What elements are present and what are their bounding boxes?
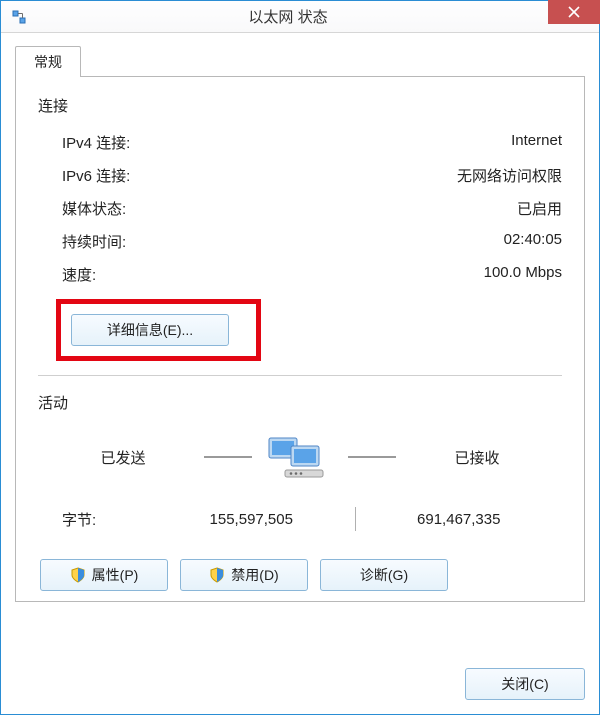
- activity-section: 活动 已发送: [38, 392, 562, 591]
- speed-value: 100.0 Mbps: [484, 264, 562, 285]
- divider: [38, 375, 562, 376]
- disable-button-label: 禁用(D): [231, 565, 278, 585]
- bytes-label: 字节:: [38, 509, 148, 530]
- details-button[interactable]: 详细信息(E)...: [71, 314, 229, 346]
- details-button-label: 详细信息(E)...: [107, 322, 193, 338]
- tab-panel-general: 连接 IPv4 连接: Internet IPv6 连接: 无网络访问权限 媒体…: [15, 76, 585, 602]
- ethernet-status-dialog: 以太网 状态 常规 连接 IPv4 连接: Internet IPv6 连接: …: [0, 0, 600, 715]
- speed-label: 速度:: [62, 264, 96, 285]
- speed-row: 速度: 100.0 Mbps: [38, 258, 562, 291]
- details-button-area: 详细信息(E)...: [38, 299, 562, 361]
- highlight-annotation: 详细信息(E)...: [56, 299, 261, 361]
- disable-button[interactable]: 禁用(D): [180, 559, 308, 591]
- properties-button-label: 属性(P): [92, 565, 139, 585]
- activity-line-right: [348, 456, 396, 458]
- ipv4-row: IPv4 连接: Internet: [38, 126, 562, 159]
- bytes-sent-value: 155,597,505: [148, 511, 355, 528]
- network-computers-icon: [258, 427, 342, 487]
- ethernet-icon: [11, 9, 27, 25]
- properties-button[interactable]: 属性(P): [40, 559, 168, 591]
- dialog-footer: 关闭(C): [1, 656, 599, 714]
- window-title: 以太网 状态: [27, 6, 599, 27]
- diagnose-button-label: 诊断(G): [360, 565, 408, 585]
- tab-label: 常规: [34, 54, 62, 70]
- ipv6-label: IPv6 连接:: [62, 165, 130, 186]
- sent-label: 已发送: [48, 447, 198, 468]
- media-state-row: 媒体状态: 已启用: [38, 192, 562, 225]
- activity-section-title: 活动: [38, 392, 562, 413]
- duration-row: 持续时间: 02:40:05: [38, 225, 562, 258]
- close-icon: [568, 6, 580, 18]
- bytes-row: 字节: 155,597,505 691,467,335: [38, 507, 562, 531]
- titlebar: 以太网 状态: [1, 1, 599, 33]
- dialog-content: 常规 连接 IPv4 连接: Internet IPv6 连接: 无网络访问权限…: [1, 33, 599, 656]
- close-button[interactable]: 关闭(C): [465, 668, 585, 700]
- action-buttons-row: 属性(P) 禁用(D) 诊断(G): [38, 559, 562, 591]
- shield-icon: [70, 567, 86, 583]
- shield-icon: [209, 567, 225, 583]
- tab-general[interactable]: 常规: [15, 46, 81, 77]
- duration-value: 02:40:05: [504, 231, 562, 252]
- connection-section-title: 连接: [38, 95, 562, 116]
- ipv6-value: 无网络访问权限: [457, 165, 562, 186]
- ipv4-label: IPv4 连接:: [62, 132, 130, 153]
- activity-header-row: 已发送: [38, 427, 562, 487]
- diagnose-button[interactable]: 诊断(G): [320, 559, 448, 591]
- bytes-received-value: 691,467,335: [356, 511, 563, 528]
- media-label: 媒体状态:: [62, 198, 126, 219]
- received-label: 已接收: [402, 447, 552, 468]
- media-value: 已启用: [517, 198, 562, 219]
- duration-label: 持续时间:: [62, 231, 126, 252]
- ipv4-value: Internet: [511, 132, 562, 153]
- tabs: 常规: [15, 45, 585, 76]
- activity-line-left: [204, 456, 252, 458]
- ipv6-row: IPv6 连接: 无网络访问权限: [38, 159, 562, 192]
- close-window-button[interactable]: [548, 0, 600, 24]
- close-button-label: 关闭(C): [501, 676, 548, 692]
